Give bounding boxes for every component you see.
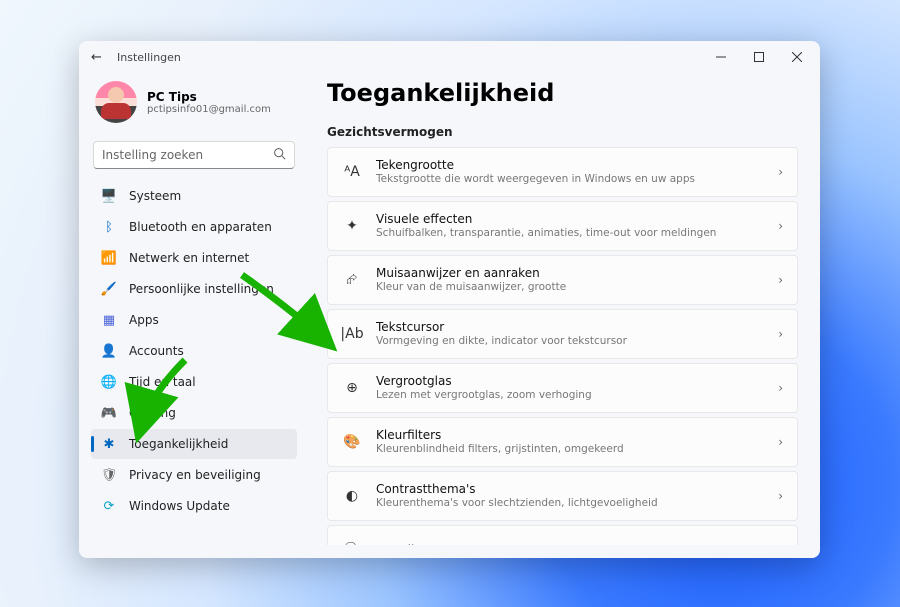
page-title: Toegankelijkheid — [327, 79, 798, 107]
sidebar: PC Tips pctipsinfo01@gmail.com Instellin… — [79, 73, 305, 558]
magnifier-icon: ⊕ — [342, 380, 362, 396]
sidebar-item-label: Tijd en taal — [129, 375, 196, 389]
sidebar-item-label: Apps — [129, 313, 159, 327]
setting-desc: Schuifbalken, transparantie, animaties, … — [376, 227, 764, 240]
sidebar-item-privacy-en-beveiliging[interactable]: 🛡 Privacy en beveiliging — [91, 460, 297, 490]
sidebar-item-bluetooth-en-apparaten[interactable]: ᛒ Bluetooth en apparaten — [91, 212, 297, 242]
chevron-right-icon: › — [778, 435, 783, 449]
sidebar-item-label: Accounts — [129, 344, 184, 358]
avatar — [95, 81, 137, 123]
setting-desc: Lezen met vergrootglas, zoom verhoging — [376, 389, 764, 402]
wifi-icon: 📶 — [101, 250, 117, 266]
sidebar-item-label: Persoonlijke instellingen — [129, 282, 274, 296]
back-button[interactable]: ← — [91, 50, 117, 65]
settings-list: ᴬA TekengrootteTekstgrootte die wordt wee… — [327, 147, 798, 545]
profile[interactable]: PC Tips pctipsinfo01@gmail.com — [91, 77, 297, 137]
main-content: Toegankelijkheid Gezichtsvermogen ᴬA Teke… — [305, 73, 820, 558]
minimize-button[interactable] — [702, 43, 740, 71]
profile-name: PC Tips — [147, 90, 271, 104]
setting-title: Visuele effecten — [376, 212, 764, 226]
sidebar-item-label: Systeem — [129, 189, 181, 203]
sidebar-nav: 🖥️ Systeem ᛒ Bluetooth en apparaten 📶 Netwerk… — [91, 181, 297, 521]
text-cursor-icon: |Ab — [342, 326, 362, 342]
setting-desc: Tekstgrootte die wordt weergegeven in Wi… — [376, 173, 764, 186]
sidebar-item-toegankelijkheid[interactable]: ✱ Toegankelijkheid — [91, 429, 297, 459]
setting-title: Contrastthema's — [376, 482, 764, 496]
titlebar: ← Instellingen — [79, 41, 820, 73]
sidebar-item-label: Netwerk en internet — [129, 251, 249, 265]
sidebar-item-apps[interactable]: ▦ Apps — [91, 305, 297, 335]
sidebar-item-label: Privacy en beveiliging — [129, 468, 261, 482]
setting-desc: Kleur van de muisaanwijzer, grootte — [376, 281, 764, 294]
setting-row-color-filters[interactable]: 🎨 KleurfiltersKleurenblindheid filters, g… — [327, 417, 798, 467]
setting-row-mouse-touch[interactable]: ⮳ Muisaanwijzer en aanrakenKleur van de m… — [327, 255, 798, 305]
setting-row-text-cursor[interactable]: |Ab TekstcursorVormgeving en dikte, indic… — [327, 309, 798, 359]
sidebar-item-gaming[interactable]: 🎮 Gaming — [91, 398, 297, 428]
time-icon: 🌐 — [101, 374, 117, 390]
sidebar-item-windows-update[interactable]: ⟳ Windows Update — [91, 491, 297, 521]
chevron-right-icon: › — [778, 273, 783, 287]
apps-icon: ▦ — [101, 312, 117, 328]
accounts-icon: 👤 — [101, 343, 117, 359]
bluetooth-icon: ᛒ — [101, 219, 117, 235]
sidebar-item-systeem[interactable]: 🖥️ Systeem — [91, 181, 297, 211]
section-header: Gezichtsvermogen — [327, 125, 798, 139]
setting-title: Verteller — [376, 543, 764, 545]
setting-title: Tekengrootte — [376, 158, 764, 172]
setting-desc: Kleurenblindheid filters, grijstinten, o… — [376, 443, 764, 456]
app-title: Instellingen — [117, 51, 702, 64]
color-filters-icon: 🎨 — [342, 434, 362, 450]
sidebar-item-label: Bluetooth en apparaten — [129, 220, 272, 234]
setting-title: Vergrootglas — [376, 374, 764, 388]
chevron-right-icon: › — [778, 219, 783, 233]
mouse-touch-icon: ⮳ — [342, 272, 362, 288]
narrator-icon: 🗣 — [342, 542, 362, 545]
setting-title: Tekstcursor — [376, 320, 764, 334]
profile-email: pctipsinfo01@gmail.com — [147, 104, 271, 115]
chevron-right-icon: › — [778, 489, 783, 503]
chevron-right-icon: › — [778, 543, 783, 545]
setting-row-visual-effects[interactable]: ✦ Visuele effectenSchuifbalken, transpara… — [327, 201, 798, 251]
contrast-themes-icon: ◐ — [342, 488, 362, 504]
maximize-button[interactable] — [740, 43, 778, 71]
chevron-right-icon: › — [778, 327, 783, 341]
setting-desc: Kleurenthema's voor slechtzienden, licht… — [376, 497, 764, 510]
setting-title: Kleurfilters — [376, 428, 764, 442]
settings-window: ← Instellingen PC Tips pctipsinfo01@gmai… — [79, 41, 820, 558]
visual-effects-icon: ✦ — [342, 218, 362, 234]
update-icon: ⟳ — [101, 498, 117, 514]
setting-title: Muisaanwijzer en aanraken — [376, 266, 764, 280]
setting-row-narrator[interactable]: 🗣 Verteller › — [327, 525, 798, 545]
sidebar-item-persoonlijke-instellingen[interactable]: 🖌️ Persoonlijke instellingen — [91, 274, 297, 304]
setting-row-magnifier[interactable]: ⊕ VergrootglasLezen met vergrootglas, zoo… — [327, 363, 798, 413]
sidebar-item-label: Windows Update — [129, 499, 230, 513]
gaming-icon: 🎮 — [101, 405, 117, 421]
sidebar-item-netwerk-en-internet[interactable]: 📶 Netwerk en internet — [91, 243, 297, 273]
brush-icon: 🖌️ — [101, 281, 117, 297]
sidebar-item-label: Gaming — [129, 406, 176, 420]
search-placeholder: Instelling zoeken — [102, 148, 203, 162]
text-size-icon: ᴬA — [342, 164, 362, 180]
setting-desc: Vormgeving en dikte, indicator voor teks… — [376, 335, 764, 348]
display-icon: 🖥️ — [101, 188, 117, 204]
close-button[interactable] — [778, 43, 816, 71]
setting-row-text-size[interactable]: ᴬA TekengrootteTekstgrootte die wordt wee… — [327, 147, 798, 197]
sidebar-item-label: Toegankelijkheid — [129, 437, 228, 451]
chevron-right-icon: › — [778, 165, 783, 179]
setting-row-contrast-themes[interactable]: ◐ Contrastthema'sKleurenthema's voor slec… — [327, 471, 798, 521]
accessibility-icon: ✱ — [101, 436, 117, 452]
search-icon — [273, 147, 286, 163]
sidebar-item-accounts[interactable]: 👤 Accounts — [91, 336, 297, 366]
search-input[interactable]: Instelling zoeken — [93, 141, 295, 169]
shield-icon: 🛡 — [101, 467, 117, 483]
sidebar-item-tijd-en-taal[interactable]: 🌐 Tijd en taal — [91, 367, 297, 397]
chevron-right-icon: › — [778, 381, 783, 395]
